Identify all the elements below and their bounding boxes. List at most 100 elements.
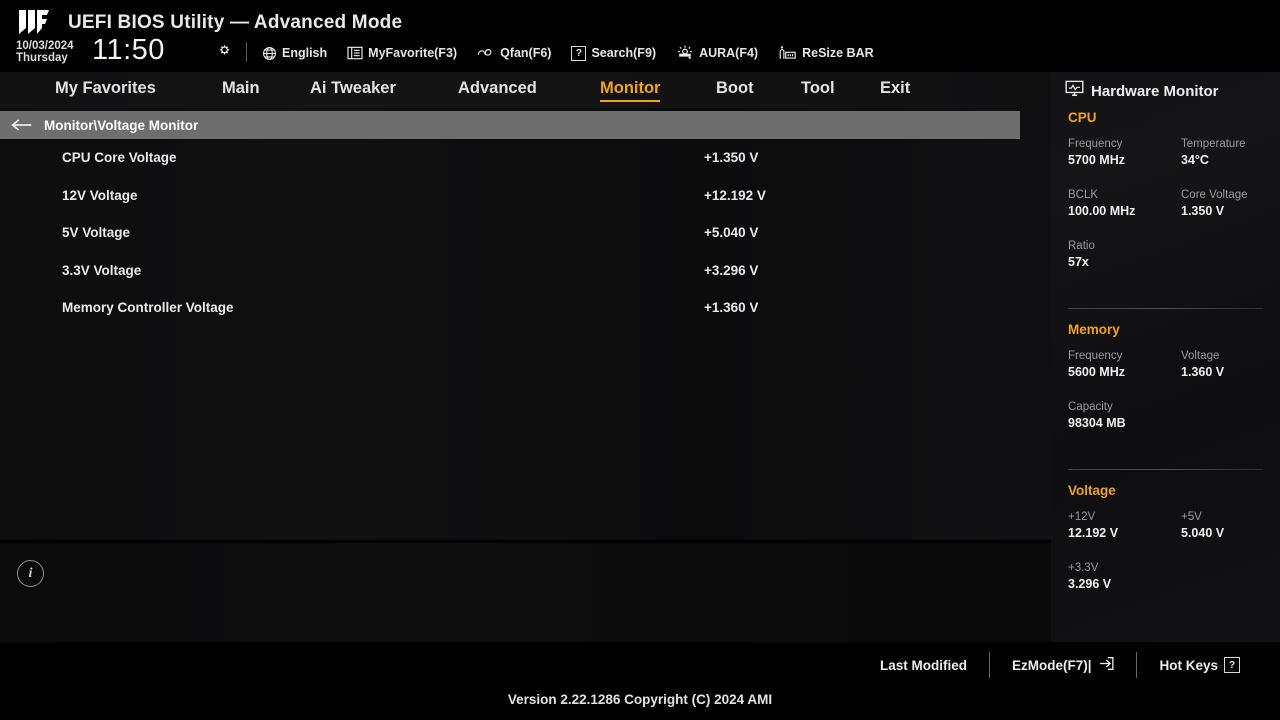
setting-row[interactable]: 5V Voltage +5.040 V — [0, 214, 1051, 252]
setting-label: 3.3V Voltage — [62, 262, 142, 278]
hardware-monitor-panel: Hardware Monitor CPU Frequency 5700 MHz Tem… — [1051, 72, 1280, 642]
tab-monitor[interactable]: Monitor — [600, 79, 661, 102]
readout-value: 5.040 V — [1181, 526, 1225, 540]
globe-icon — [262, 46, 277, 61]
version-text: Version 2.22.1286 Copyright (C) 2024 AMI — [507, 692, 773, 707]
readout-item: Temperature 34°C — [1181, 137, 1246, 169]
tab-tool[interactable]: Tool — [801, 79, 835, 101]
last-modified-button[interactable]: Last Modified — [858, 658, 989, 673]
breadcrumb-path: Monitor\Voltage Monitor — [44, 117, 199, 133]
monitor-waveform-icon — [1065, 80, 1084, 102]
setting-label: Memory Controller Voltage — [62, 300, 234, 316]
setting-row[interactable]: CPU Core Voltage +1.350 V — [0, 139, 1051, 177]
readout-key: Temperature — [1181, 138, 1246, 150]
readout-key: BCLK — [1068, 189, 1099, 201]
myfavorite-label: MyFavorite(F3) — [368, 46, 458, 60]
sidebar-divider — [1068, 308, 1263, 309]
setting-label: 12V Voltage — [62, 187, 138, 203]
aura-label: AURA(F4) — [699, 46, 759, 60]
gear-icon[interactable] — [216, 42, 233, 59]
readout-key: Voltage — [1181, 350, 1220, 362]
tab-boot[interactable]: Boot — [716, 79, 754, 101]
arrow-left-icon[interactable] — [0, 118, 44, 132]
tab-ai-tweaker[interactable]: Ai Tweaker — [310, 79, 396, 101]
hardware-monitor-body: CPU Frequency 5700 MHz Temperature 34°C BCLK 1… — [1051, 110, 1280, 616]
readout-item: Capacity 98304 MB — [1068, 400, 1126, 432]
fan-icon — [477, 46, 495, 61]
ezmode-label: EzMode(F7)| — [1011, 657, 1092, 673]
sidebar-divider — [1068, 469, 1263, 470]
hotkeys-label: Hot Keys — [1159, 657, 1218, 673]
sidebar-section-memory: Memory — [1068, 322, 1120, 337]
date-display: 10/03/2024 Thursday — [16, 40, 74, 64]
hotkeys-button[interactable]: Hot Keys ? — [1137, 657, 1262, 673]
page-title: UEFI BIOS Utility — Advanced Mode — [68, 12, 403, 33]
qfan-button[interactable]: Qfan(F6) — [477, 46, 551, 61]
readout-item: +3.3V 3.296 V — [1068, 561, 1111, 593]
sidebar-readouts: Frequency 5600 MHz Voltage 1.360 V Capacity 9… — [1068, 349, 1280, 455]
sidebar-section-cpu: CPU — [1068, 110, 1097, 125]
list-icon — [347, 46, 363, 60]
readout-value: 100.00 MHz — [1068, 204, 1136, 218]
readout-key: Frequency — [1068, 350, 1123, 362]
date-value: 10/03/2024 — [16, 40, 74, 52]
hardware-monitor-header: Hardware Monitor — [1065, 80, 1219, 102]
readout-key: Capacity — [1068, 401, 1113, 413]
lower-panel — [0, 543, 1051, 642]
setting-value: +5.040 V — [704, 225, 759, 241]
language-label: English — [282, 46, 328, 60]
readout-key: Frequency — [1068, 138, 1123, 150]
readout-value: 34°C — [1181, 153, 1209, 167]
readout-item: Core Voltage 1.350 V — [1181, 188, 1248, 220]
myfavorite-button[interactable]: MyFavorite(F3) — [347, 46, 457, 60]
search-label: Search(F9) — [591, 46, 657, 60]
readout-value: 98304 MB — [1068, 416, 1126, 430]
readout-value: 12.192 V — [1068, 526, 1119, 540]
aura-button[interactable]: AURA(F4) — [676, 45, 758, 61]
resize-bar-button[interactable]: ReSize BAR — [778, 45, 874, 61]
setting-label: CPU Core Voltage — [62, 150, 177, 166]
resize-bar-icon — [778, 45, 797, 61]
search-button[interactable]: ? Search(F9) — [571, 45, 657, 61]
exit-arrow-icon — [1097, 656, 1114, 674]
tab-advanced[interactable]: Advanced — [458, 79, 537, 101]
last-modified-label: Last Modified — [879, 657, 967, 673]
header-bar: UEFI BIOS Utility — Advanced Mode 10/03/… — [0, 0, 1280, 72]
readout-value: 57x — [1068, 255, 1089, 269]
readout-value: 1.350 V — [1181, 204, 1225, 218]
tab-main[interactable]: Main — [222, 79, 260, 101]
question-icon: ? — [571, 45, 587, 61]
readout-value: 1.360 V — [1181, 365, 1225, 379]
language-button[interactable]: English — [262, 46, 327, 61]
qfan-label: Qfan(F6) — [500, 46, 552, 60]
readout-item: BCLK 100.00 MHz — [1068, 188, 1135, 220]
breadcrumb[interactable]: Monitor\Voltage Monitor — [0, 111, 1020, 139]
setting-value: +3.296 V — [704, 262, 759, 278]
hardware-monitor-title: Hardware Monitor — [1091, 82, 1219, 100]
tab-exit[interactable]: Exit — [880, 79, 910, 101]
readout-value: 5700 MHz — [1068, 153, 1125, 167]
main-menu-bar: My Favorites Main Ai Tweaker Advanced Monito… — [0, 72, 1051, 108]
bios-screen: UEFI BIOS Utility — Advanced Mode 10/03/… — [0, 0, 1280, 720]
readout-key: +12V — [1068, 511, 1096, 523]
tuf-gaming-logo-icon — [16, 8, 56, 36]
readout-key: Ratio — [1068, 240, 1095, 252]
setting-label: 5V Voltage — [62, 225, 131, 241]
readout-item: +5V 5.040 V — [1181, 510, 1224, 542]
ezmode-button[interactable]: EzMode(F7)| — [990, 656, 1137, 674]
header-separator — [246, 42, 247, 62]
setting-row[interactable]: Memory Controller Voltage +1.360 V — [0, 289, 1051, 327]
content-divider — [0, 540, 1051, 543]
readout-item: Frequency 5600 MHz — [1068, 349, 1125, 381]
setting-value: +1.360 V — [704, 300, 759, 316]
bottom-bar: Last Modified EzMode(F7)| Hot Keys ? Ver… — [0, 642, 1280, 720]
readout-item: Ratio 57x — [1068, 239, 1095, 271]
setting-row[interactable]: 3.3V Voltage +3.296 V — [0, 252, 1051, 290]
readout-value: 3.296 V — [1068, 577, 1112, 591]
setting-row[interactable]: 12V Voltage +12.192 V — [0, 177, 1051, 215]
sidebar-readouts: Frequency 5700 MHz Temperature 34°C BCLK 100.… — [1068, 137, 1280, 294]
info-icon[interactable]: i — [17, 560, 44, 587]
sidebar-readouts: +12V 12.192 V +5V 5.040 V +3.3V 3.296 V — [1068, 510, 1280, 616]
weekday-value: Thursday — [16, 52, 68, 64]
tab-my-favorites[interactable]: My Favorites — [55, 79, 156, 101]
